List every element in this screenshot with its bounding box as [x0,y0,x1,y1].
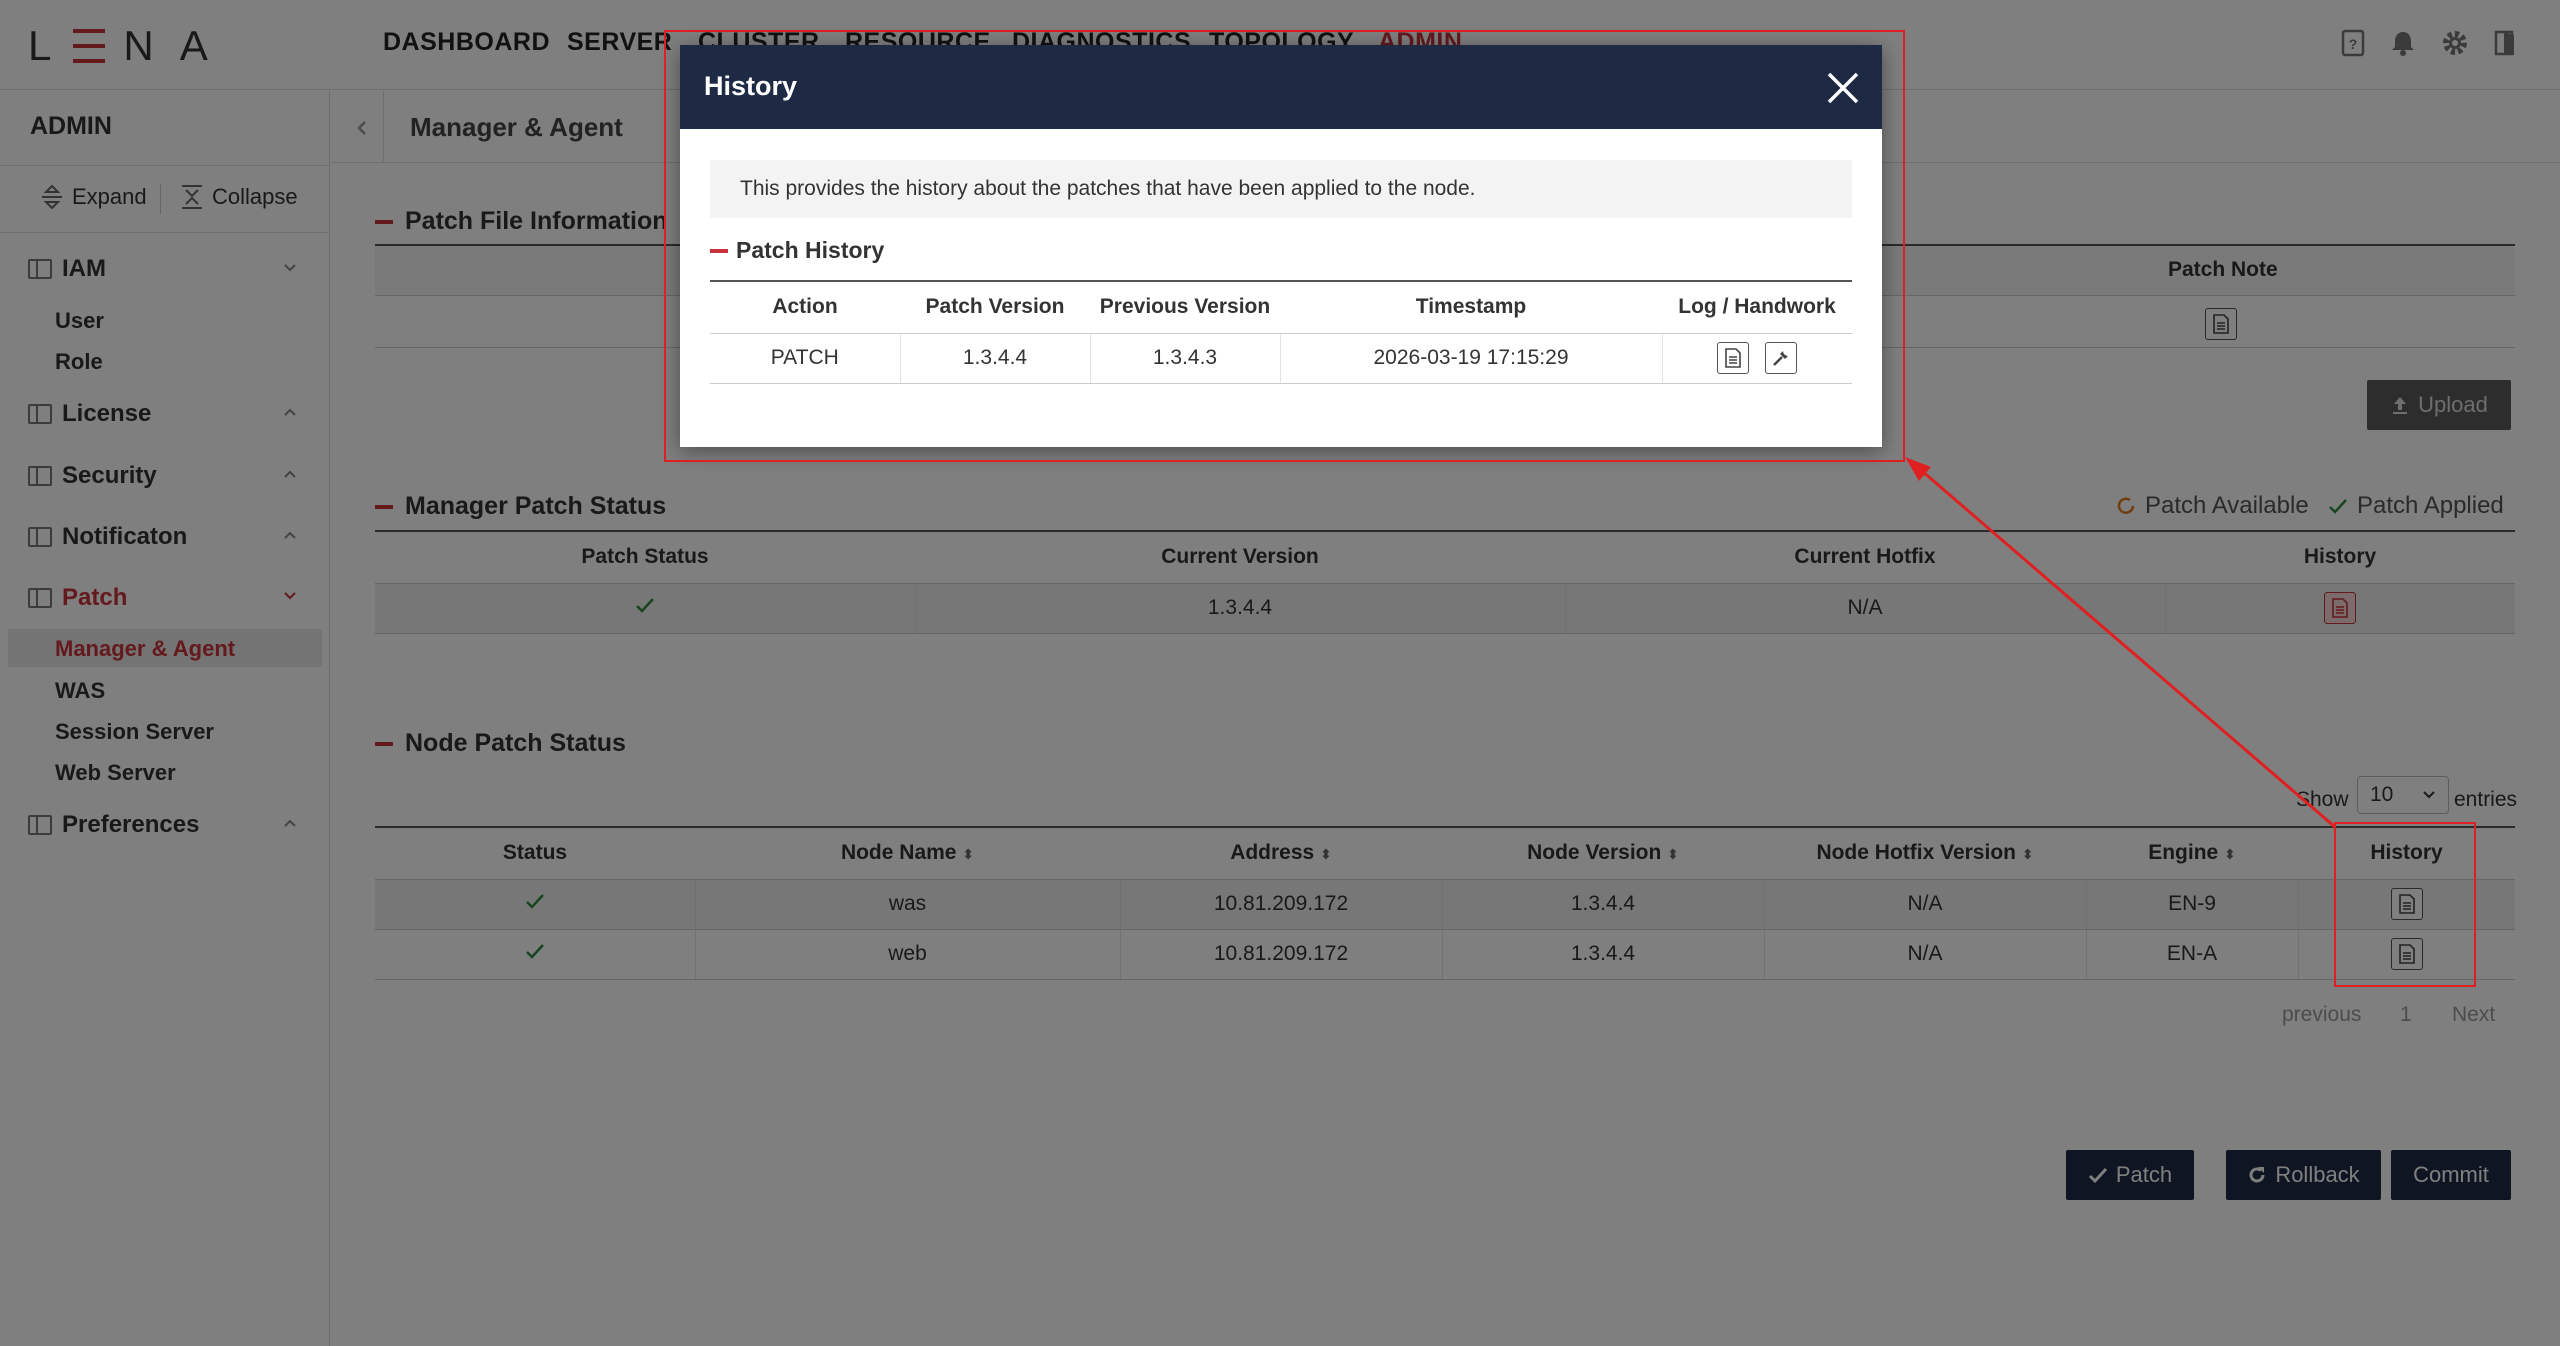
annotation-box-modal [664,30,1905,462]
annotation-arrow [1905,457,2336,829]
annotation-box-history-column [2334,822,2476,987]
